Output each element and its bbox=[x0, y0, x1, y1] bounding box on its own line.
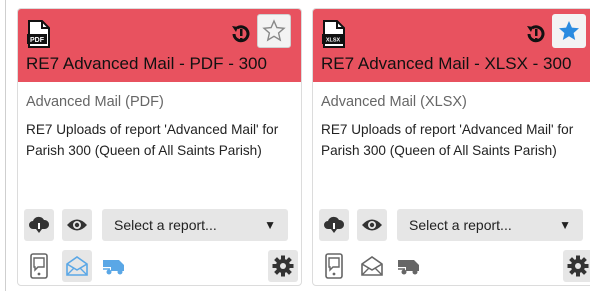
settings-button[interactable] bbox=[563, 250, 590, 282]
settings-button[interactable] bbox=[268, 250, 298, 282]
eye-icon bbox=[362, 219, 382, 231]
email-icon bbox=[361, 256, 383, 276]
delivery-button[interactable] bbox=[395, 250, 425, 282]
svg-text:PDF: PDF bbox=[30, 37, 45, 44]
favorite-button[interactable] bbox=[257, 14, 291, 48]
delivery-button[interactable] bbox=[100, 250, 130, 282]
left-divider bbox=[5, 0, 6, 291]
card-title: RE7 Advanced Mail - PDF - 300 bbox=[26, 54, 267, 73]
preview-button[interactable] bbox=[357, 209, 387, 241]
star-filled-icon bbox=[559, 21, 579, 40]
cloud-download-icon bbox=[324, 216, 345, 233]
star-outline-icon bbox=[262, 19, 286, 42]
report-card-pdf: PDF RE7 Advanced Mail - PDF - 300 Advanc… bbox=[17, 8, 302, 286]
card-description: RE7 Uploads of report 'Advanced Mail' fo… bbox=[321, 122, 574, 158]
upload-button[interactable] bbox=[24, 209, 54, 241]
report-select-value: Select a report... bbox=[409, 217, 512, 233]
card-title: RE7 Advanced Mail - XLSX - 300 bbox=[321, 54, 572, 73]
card-subtitle: Advanced Mail (XLSX) bbox=[321, 94, 467, 110]
report-select[interactable]: Select a report... ▼ bbox=[397, 209, 583, 241]
card-header: XLSX RE7 Advanced Mail - XLSX - 300 bbox=[313, 9, 590, 82]
truck-icon bbox=[398, 260, 419, 275]
card-toolbar: Select a report... ▼ bbox=[24, 209, 299, 245]
report-select-value: Select a report... bbox=[114, 217, 217, 233]
caret-down-icon: ▼ bbox=[559, 218, 571, 232]
card-subtitle: Advanced Mail (PDF) bbox=[26, 94, 164, 110]
favorite-button[interactable] bbox=[552, 14, 586, 48]
gear-icon bbox=[272, 255, 294, 277]
svg-text:XLSX: XLSX bbox=[326, 38, 341, 44]
eye-icon bbox=[67, 219, 87, 231]
history-icon[interactable] bbox=[525, 23, 547, 45]
card-actions bbox=[319, 250, 590, 284]
preview-button[interactable] bbox=[62, 209, 92, 241]
email-button[interactable] bbox=[357, 250, 387, 282]
email-icon bbox=[66, 256, 88, 276]
card-description: RE7 Uploads of report 'Advanced Mail' fo… bbox=[26, 122, 279, 158]
truck-icon bbox=[103, 260, 124, 275]
mobile-message-icon bbox=[325, 253, 343, 279]
sms-button[interactable] bbox=[24, 250, 54, 282]
card-toolbar: Select a report... ▼ bbox=[319, 209, 590, 245]
xlsx-file-icon: XLSX bbox=[322, 20, 345, 48]
mobile-message-icon bbox=[30, 253, 48, 279]
card-actions bbox=[24, 250, 299, 284]
caret-down-icon: ▼ bbox=[264, 218, 276, 232]
email-button[interactable] bbox=[62, 250, 92, 282]
report-card-xlsx: XLSX RE7 Advanced Mail - XLSX - 300 Adva… bbox=[312, 8, 590, 286]
card-header: PDF RE7 Advanced Mail - PDF - 300 bbox=[18, 9, 301, 82]
pdf-file-icon: PDF bbox=[27, 20, 50, 48]
history-icon[interactable] bbox=[230, 23, 252, 45]
report-select[interactable]: Select a report... ▼ bbox=[102, 209, 288, 241]
cloud-download-icon bbox=[29, 216, 50, 233]
gear-icon bbox=[567, 255, 589, 277]
sms-button[interactable] bbox=[319, 250, 349, 282]
upload-button[interactable] bbox=[319, 209, 349, 241]
